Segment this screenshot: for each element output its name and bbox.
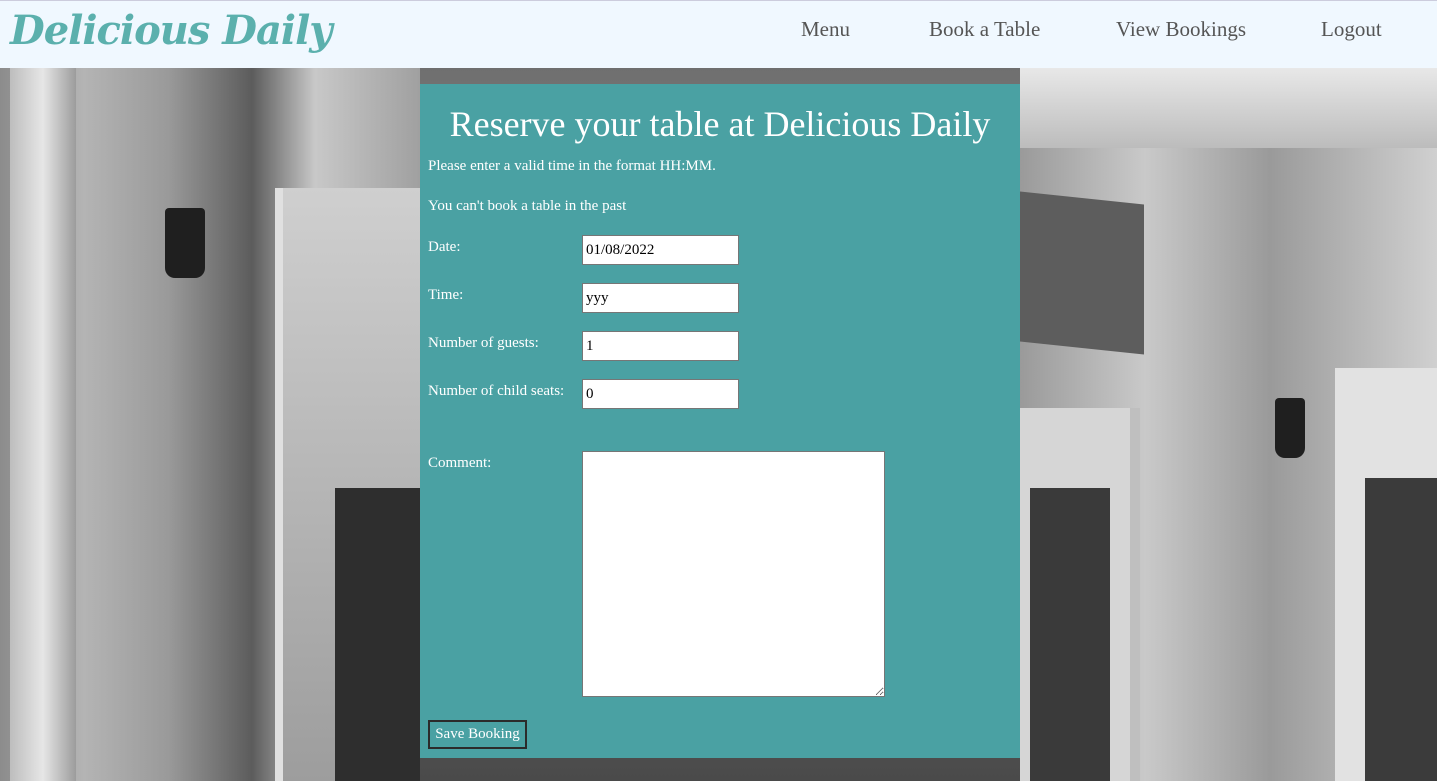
- time-error-message: Please enter a valid time in the format …: [428, 158, 716, 174]
- date-label: Date:: [428, 239, 461, 255]
- child-seats-label: Number of child seats:: [428, 383, 565, 399]
- bg-window-right-glass: [1365, 478, 1437, 781]
- bg-lamp-icon: [165, 208, 205, 278]
- nav-book-table-link[interactable]: Book a Table: [929, 17, 1040, 42]
- date-error-message: You can't book a table in the past: [428, 198, 627, 214]
- child-seats-input[interactable]: [582, 379, 739, 409]
- comment-label: Comment:: [428, 455, 492, 471]
- bg-door-glass: [1030, 488, 1110, 781]
- nav-logout-link[interactable]: Logout: [1321, 17, 1382, 42]
- time-input[interactable]: [582, 283, 739, 313]
- bg-window-left-glass: [335, 488, 420, 781]
- navbar: Delicious Daily Menu Book a Table View B…: [0, 0, 1437, 68]
- comment-textarea[interactable]: [582, 451, 885, 697]
- date-input[interactable]: [582, 235, 739, 265]
- time-label: Time:: [428, 287, 464, 303]
- bg-drainpipe: [10, 68, 76, 781]
- guests-input[interactable]: [582, 331, 739, 361]
- guests-label: Number of guests:: [428, 335, 539, 351]
- booking-form-panel: Reserve your table at Delicious Daily Pl…: [420, 84, 1020, 758]
- bg-sign: [1020, 191, 1144, 355]
- form-title: Reserve your table at Delicious Daily: [449, 104, 991, 144]
- save-booking-button[interactable]: Save Booking: [428, 720, 527, 749]
- nav-menu-link[interactable]: Menu: [801, 17, 850, 42]
- bg-lamp-right-icon: [1275, 398, 1305, 458]
- bg-cornice: [1020, 68, 1437, 148]
- nav-links: Menu Book a Table View Bookings Logout: [0, 17, 1437, 47]
- nav-view-bookings-link[interactable]: View Bookings: [1116, 17, 1246, 42]
